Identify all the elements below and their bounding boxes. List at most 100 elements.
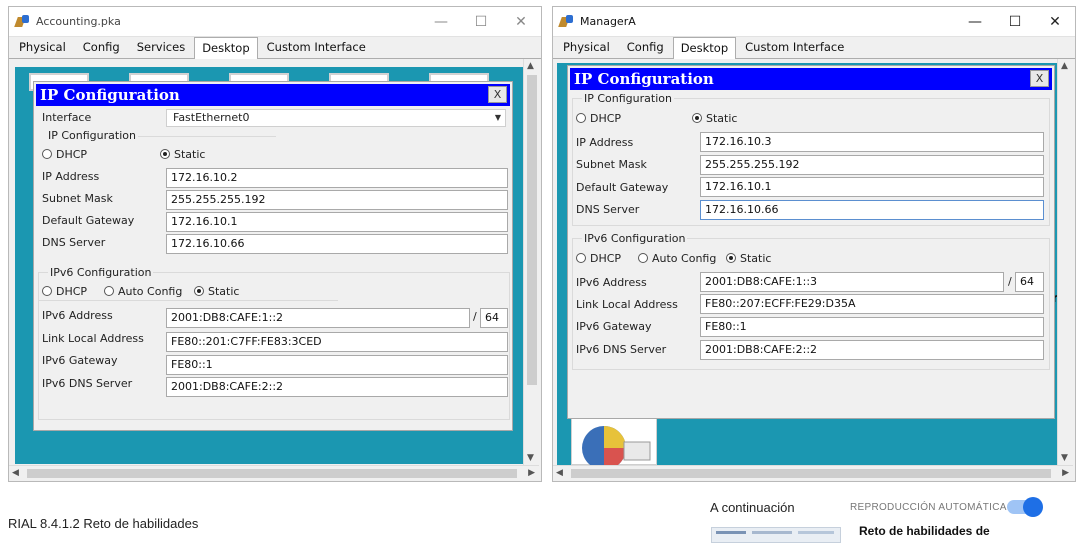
scroll-right-icon[interactable]: ▶: [1062, 468, 1069, 478]
interface-label: Interface: [42, 111, 92, 124]
ipv6-group-label: IPv6 Configuration: [48, 266, 154, 279]
scroll-left-icon[interactable]: ◀: [556, 468, 563, 478]
prefix-separator: /: [473, 310, 477, 323]
accounting-window: Accounting.pka — ☐ ✕ Physical Config Ser…: [8, 6, 542, 482]
tab-physical[interactable]: Physical: [555, 36, 618, 58]
static-radio[interactable]: Static: [160, 148, 205, 161]
dhcp-radio[interactable]: DHCP: [42, 148, 87, 161]
scroll-right-icon[interactable]: ▶: [528, 468, 535, 478]
ipv6-static-radio[interactable]: Static: [194, 285, 239, 298]
dns-server-label: DNS Server: [42, 236, 106, 249]
ip-address-label: IP Address: [42, 170, 100, 183]
subnet-mask-field[interactable]: 255.255.255.192: [166, 190, 508, 210]
chevron-down-icon: ▼: [494, 113, 501, 122]
static-radio[interactable]: Static: [692, 112, 737, 125]
ipv6-address-field[interactable]: 2001:DB8:CAFE:1::2: [166, 308, 470, 328]
pie-chart-icon: [582, 426, 651, 470]
ipv6-dhcp-radio[interactable]: DHCP: [42, 285, 87, 298]
ipv6-address-field[interactable]: 2001:DB8:CAFE:1::3: [700, 272, 1004, 292]
ip-configuration-dialog: IP Configuration X IP Configuration DHCP…: [567, 65, 1055, 419]
packet-tracer-icon: [14, 14, 31, 30]
horizontal-scrollbar[interactable]: ◀ ▶: [553, 465, 1073, 481]
scroll-down-icon[interactable]: ▼: [527, 453, 534, 463]
vertical-scrollbar[interactable]: ▲ ▼: [1057, 59, 1073, 465]
divider: [38, 300, 338, 301]
tab-config[interactable]: Config: [619, 36, 672, 58]
ipv6-gateway-label: IPv6 Gateway: [42, 354, 118, 367]
ipv6-auto-config-radio[interactable]: Auto Config: [638, 252, 716, 265]
close-icon[interactable]: ✕: [1035, 7, 1075, 37]
ipv6-gateway-field[interactable]: FE80::1: [700, 317, 1044, 337]
link-local-address-field[interactable]: FE80::207:ECFF:FE29:D35A: [700, 294, 1044, 314]
interface-select[interactable]: FastEthernet0 ▼: [166, 109, 506, 127]
scroll-down-icon[interactable]: ▼: [1061, 453, 1068, 463]
title-bar[interactable]: Accounting.pka — ☐ ✕: [9, 7, 541, 37]
ipv6-dns-server-field[interactable]: 2001:DB8:CAFE:2::2: [166, 377, 508, 397]
packet-tracer-icon: [558, 14, 575, 30]
autoplay-toggle[interactable]: [1007, 497, 1043, 517]
ipv6-dhcp-radio[interactable]: DHCP: [576, 252, 621, 265]
dns-server-field[interactable]: 172.16.10.66: [700, 200, 1044, 220]
ipv6-dns-server-label: IPv6 DNS Server: [42, 377, 133, 390]
ipv4-group-label: IP Configuration: [48, 129, 136, 142]
desktop-app-icon[interactable]: [571, 417, 657, 470]
tab-config[interactable]: Config: [75, 36, 128, 58]
ipv6-auto-config-radio[interactable]: Auto Config: [104, 285, 182, 298]
ipv6-address-label: IPv6 Address: [576, 276, 647, 289]
default-gateway-field[interactable]: 172.16.10.1: [166, 212, 508, 232]
ipv6-address-label: IPv6 Address: [42, 309, 113, 322]
dhcp-radio[interactable]: DHCP: [576, 112, 621, 125]
scroll-left-icon[interactable]: ◀: [12, 468, 19, 478]
default-gateway-field[interactable]: 172.16.10.1: [700, 177, 1044, 197]
subnet-mask-field[interactable]: 255.255.255.192: [700, 155, 1044, 175]
horizontal-scrollbar[interactable]: ◀ ▶: [9, 465, 539, 481]
maximize-icon[interactable]: ☐: [461, 7, 501, 37]
default-gateway-label: Default Gateway: [42, 214, 135, 227]
close-icon[interactable]: X: [488, 86, 507, 103]
link-local-address-label: Link Local Address: [42, 332, 144, 345]
ipv6-group-label: IPv6 Configuration: [582, 232, 688, 245]
window-title: Accounting.pka: [36, 15, 121, 28]
ipv6-prefix-field[interactable]: 64: [480, 308, 508, 328]
subnet-mask-label: Subnet Mask: [42, 192, 113, 205]
ipv6-dns-server-label: IPv6 DNS Server: [576, 343, 667, 356]
link-local-address-label: Link Local Address: [576, 298, 678, 311]
scroll-thumb[interactable]: [27, 469, 517, 478]
ip-address-field[interactable]: 172.16.10.2: [166, 168, 508, 188]
toggle-knob: [1023, 497, 1043, 517]
tab-desktop[interactable]: Desktop: [672, 37, 737, 59]
ipv6-prefix-field[interactable]: 64: [1015, 272, 1044, 292]
window-title: ManagerA: [580, 15, 636, 28]
scroll-up-icon[interactable]: ▲: [1061, 61, 1068, 71]
minimize-icon[interactable]: —: [955, 7, 995, 37]
default-gateway-label: Default Gateway: [576, 181, 669, 194]
tab-custom-interface[interactable]: Custom Interface: [737, 36, 852, 58]
link-local-address-field[interactable]: FE80::201:C7FF:FE83:3CED: [166, 332, 508, 352]
vertical-scrollbar[interactable]: ▲ ▼: [523, 59, 539, 465]
ipv6-dns-server-field[interactable]: 2001:DB8:CAFE:2::2: [700, 340, 1044, 360]
maximize-icon[interactable]: ☐: [995, 7, 1035, 37]
dns-server-field[interactable]: 172.16.10.66: [166, 234, 508, 254]
ip-configuration-dialog: IP Configuration X Interface FastEtherne…: [33, 81, 513, 431]
ipv6-static-radio[interactable]: Static: [726, 252, 771, 265]
scroll-up-icon[interactable]: ▲: [527, 61, 534, 71]
tab-custom-interface[interactable]: Custom Interface: [259, 36, 374, 58]
close-icon[interactable]: ✕: [501, 7, 541, 37]
close-icon[interactable]: X: [1030, 70, 1049, 87]
ipv4-group-label: IP Configuration: [582, 92, 674, 105]
scroll-thumb[interactable]: [527, 75, 537, 385]
autoplay-label: REPRODUCCIÓN AUTOMÁTICA: [850, 502, 1007, 513]
subnet-mask-label: Subnet Mask: [576, 158, 647, 171]
title-bar[interactable]: ManagerA — ☐ ✕: [553, 7, 1075, 37]
tab-desktop[interactable]: Desktop: [194, 37, 258, 59]
minimize-icon[interactable]: —: [421, 7, 461, 37]
tab-physical[interactable]: Physical: [11, 36, 74, 58]
tab-services[interactable]: Services: [129, 36, 194, 58]
ipv6-gateway-field[interactable]: FE80::1: [166, 355, 508, 375]
ip-address-field[interactable]: 172.16.10.3: [700, 132, 1044, 152]
scroll-thumb[interactable]: [571, 469, 1051, 478]
managera-window: ManagerA — ☐ ✕ Physical Config Desktop C…: [552, 6, 1076, 482]
next-video-title[interactable]: Reto de habilidades de: [859, 524, 990, 538]
up-next-heading: A continuación: [710, 500, 795, 515]
tab-bar: Physical Config Desktop Custom Interface: [553, 37, 1075, 59]
